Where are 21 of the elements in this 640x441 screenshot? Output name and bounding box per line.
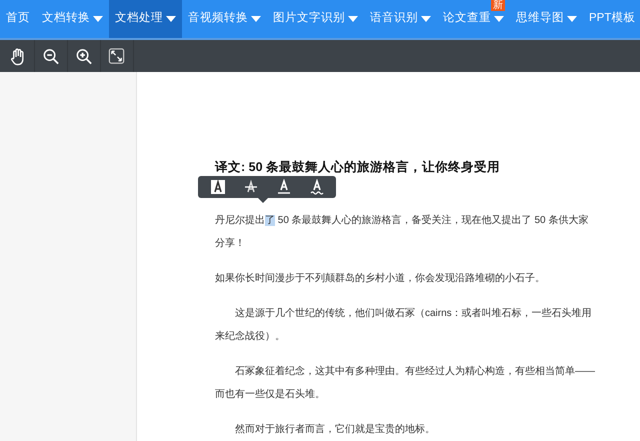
nav-tab[interactable]: PPT模板 <box>583 0 640 38</box>
paragraph: 石冢象征着纪念，这其中有多种理由。有些经过人为精心构造，有些相当简单——而也有一些仅是石头堆。 <box>215 364 595 402</box>
strikethrough-icon <box>242 179 258 195</box>
nav-tab[interactable]: 音视频转换 <box>182 0 267 38</box>
paragraph: 如果你长时间漫步于不列颠群岛的乡村小道，你会发现沿路堆砌的小石子。 <box>215 272 546 286</box>
underline-icon <box>276 179 292 195</box>
nav-tab[interactable]: 图片文字识别 <box>267 0 364 38</box>
document-title: 译文: 50 条最鼓舞人心的旅游格言，让你终身受用 <box>215 159 500 176</box>
fullscreen-icon <box>108 46 126 66</box>
nav-tab[interactable]: 语音识别 <box>364 0 437 38</box>
paragraph: 这是源于几个世纪的传统，他们叫做石冢（cairns：或者叫堆石标，一些石头堆用来纪念战役）。 <box>215 306 593 344</box>
highlight-icon <box>210 179 226 195</box>
paragraph: 然而对于旅行者而言，它们就是宝贵的地标。 <box>234 422 436 437</box>
nav-tab[interactable]: 思维导图 <box>510 0 583 38</box>
squiggly-underline-icon <box>308 179 324 195</box>
nav-tab[interactable]: 首页 <box>0 0 36 38</box>
nav-tab[interactable]: 文档处理 <box>109 0 182 38</box>
zoom-in-icon <box>75 46 93 66</box>
nav-tab[interactable]: 文档转换 <box>36 0 109 38</box>
paragraph: 丹尼尔提出了 50 条最鼓舞人心的旅游格言，备受关注，现在他又提出了 50 条供大家分享！ <box>215 214 590 251</box>
zoom-out-icon <box>42 46 60 66</box>
